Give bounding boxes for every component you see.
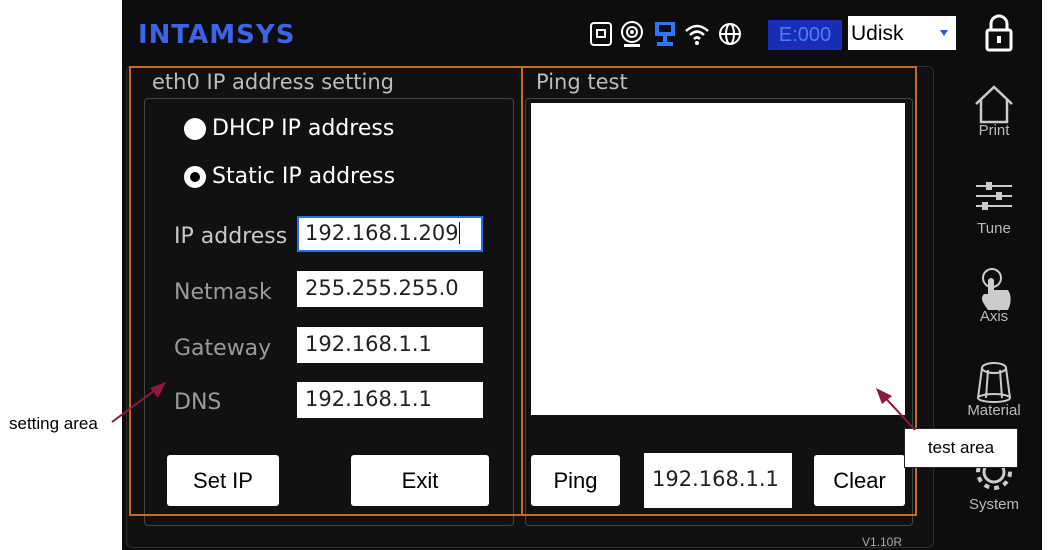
setting-area-arrowhead [150,382,166,398]
annotation-arrows [111,382,916,431]
